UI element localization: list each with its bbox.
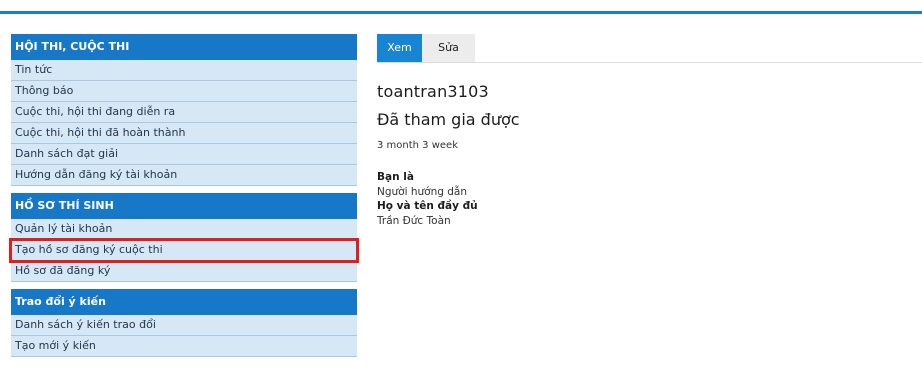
profile-tabs: Xem Sửa	[377, 34, 922, 63]
fullname-value: Trần Đức Toàn	[377, 215, 451, 227]
role-value: Người hướng dẫn	[377, 186, 467, 198]
sidebar-item-completed-contests[interactable]: Cuộc thi, hội thi đã hoàn thành	[11, 123, 357, 144]
fullname-label: Họ và tên đầy đủ	[377, 200, 478, 212]
sidebar-block-contests: HỘI THI, CUỘC THI Tin tức Thông báo Cuộc…	[11, 34, 357, 186]
sidebar-block-feedback: Trao đổi ý kiến Danh sách ý kiến trao đổ…	[11, 289, 357, 357]
sidebar-item-account-management[interactable]: Quản lý tài khoản	[11, 219, 357, 240]
sidebar-block-candidate-profile: HỒ SƠ THÍ SINH Quản lý tài khoản Tạo hồ …	[9, 193, 359, 282]
sidebar-item-registration-guide[interactable]: Hướng dẫn đăng ký tài khoản	[11, 165, 357, 186]
tab-view[interactable]: Xem	[377, 34, 422, 62]
sidebar-item-feedback-list[interactable]: Danh sách ý kiến trao đổi	[11, 315, 357, 336]
member-for-title: Đã tham gia được	[377, 110, 520, 129]
top-rule	[0, 11, 922, 14]
tab-edit[interactable]: Sửa	[422, 34, 475, 62]
sidebar-item-news[interactable]: Tin tức	[11, 60, 357, 81]
profile-username: toantran3103	[377, 82, 489, 101]
sidebar-header-feedback: Trao đổi ý kiến	[11, 289, 357, 315]
member-for-value: 3 month 3 week	[377, 140, 458, 151]
sidebar-item-new-feedback[interactable]: Tạo mới ý kiến	[11, 336, 357, 357]
sidebar: HỘI THI, CUỘC THI Tin tức Thông báo Cuộc…	[9, 34, 359, 357]
main-content: Xem Sửa toantran3103 Đã tham gia được 3 …	[377, 34, 922, 227]
sidebar-header-contests: HỘI THI, CUỘC THI	[11, 34, 357, 60]
sidebar-item-announcements[interactable]: Thông báo	[11, 81, 357, 102]
sidebar-header-candidate-profile: HỒ SƠ THÍ SINH	[11, 193, 357, 219]
role-label: Bạn là	[377, 171, 414, 183]
sidebar-item-ongoing-contests[interactable]: Cuộc thi, hội thi đang diễn ra	[11, 102, 357, 123]
sidebar-item-create-registration[interactable]: Tạo hồ sơ đăng ký cuộc thi	[9, 238, 359, 263]
sidebar-item-winners-list[interactable]: Danh sách đạt giải	[11, 144, 357, 165]
sidebar-item-registered-profiles[interactable]: Hồ sơ đã đăng ký	[11, 261, 357, 282]
